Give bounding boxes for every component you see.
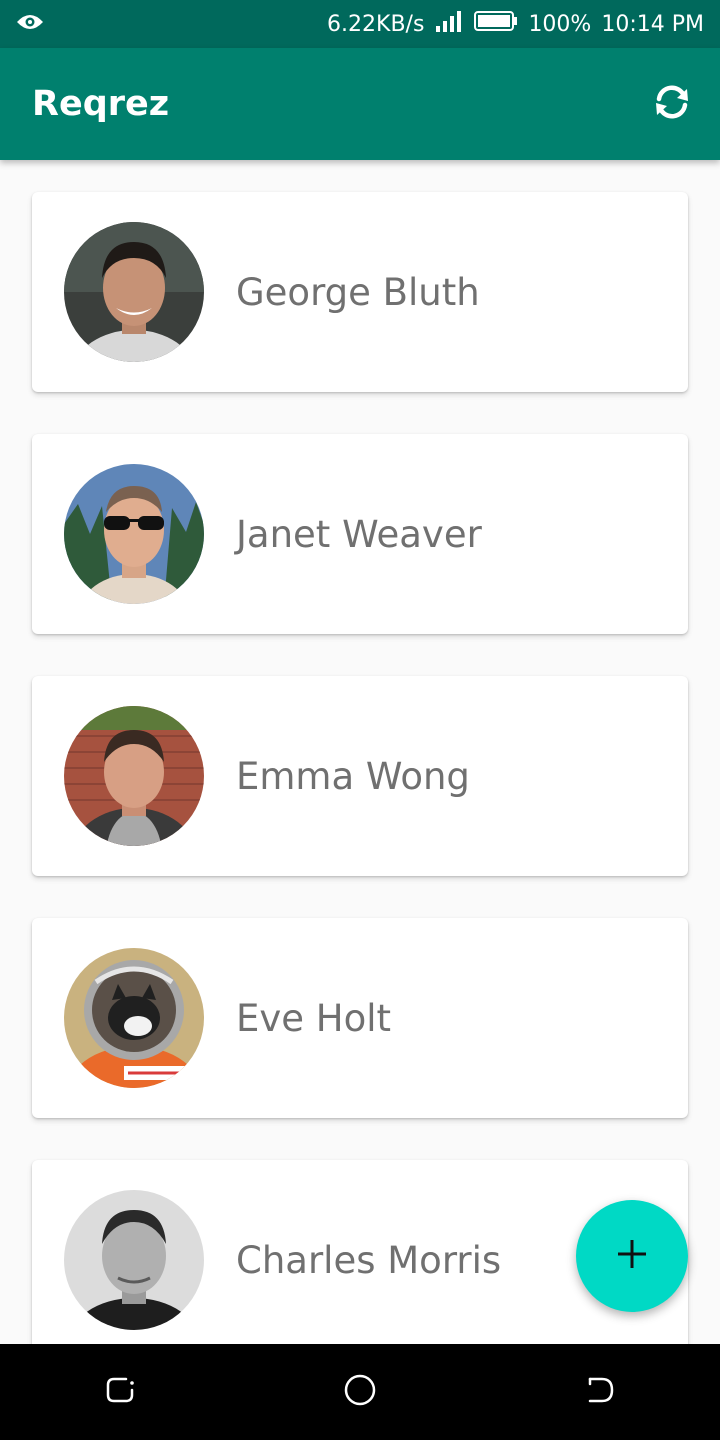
user-name: Janet Weaver	[236, 512, 482, 556]
recent-apps-button[interactable]	[72, 1344, 168, 1440]
user-list[interactable]: George Bluth Janet Weaver Emma Wong Eve …	[0, 160, 720, 1344]
avatar	[64, 464, 204, 604]
add-user-button[interactable]	[576, 1200, 688, 1312]
app-title: Reqrez	[32, 84, 170, 124]
user-card[interactable]: Eve Holt	[32, 918, 688, 1118]
home-icon	[343, 1373, 377, 1411]
app-bar: Reqrez	[0, 48, 720, 160]
status-bar: 6.22KB/s 100% 10:14 PM	[0, 0, 720, 48]
signal-icon	[434, 8, 464, 40]
user-card[interactable]: George Bluth	[32, 192, 688, 392]
back-button[interactable]	[552, 1344, 648, 1440]
avatar	[64, 1190, 204, 1330]
recent-apps-icon	[104, 1374, 136, 1410]
refresh-button[interactable]	[648, 80, 696, 128]
clock: 10:14 PM	[601, 11, 704, 37]
avatar	[64, 706, 204, 846]
battery-icon	[474, 10, 518, 38]
navigation-bar	[0, 1344, 720, 1440]
user-name: Emma Wong	[236, 754, 470, 798]
avatar	[64, 948, 204, 1088]
home-button[interactable]	[312, 1344, 408, 1440]
user-name: Charles Morris	[236, 1238, 502, 1282]
user-card[interactable]: Janet Weaver	[32, 434, 688, 634]
user-name: Eve Holt	[236, 996, 392, 1040]
avatar	[64, 222, 204, 362]
plus-icon	[616, 1238, 648, 1274]
user-card[interactable]: Emma Wong	[32, 676, 688, 876]
eye-icon	[16, 12, 44, 36]
battery-level: 100%	[528, 11, 592, 37]
network-speed: 6.22KB/s	[327, 11, 425, 37]
status-right: 6.22KB/s 100% 10:14 PM	[317, 8, 704, 40]
back-icon	[584, 1374, 616, 1410]
status-left	[16, 12, 44, 36]
refresh-icon	[651, 81, 693, 127]
user-name: George Bluth	[236, 270, 480, 314]
